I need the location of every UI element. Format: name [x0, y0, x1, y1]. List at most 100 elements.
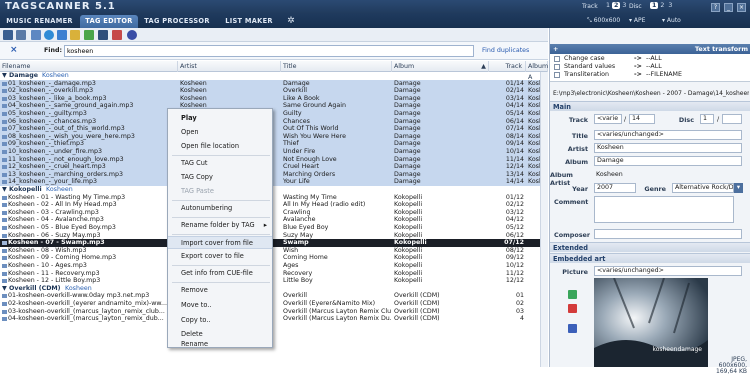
- menu-import-cover[interactable]: Import cover from file: [168, 236, 272, 249]
- close-icon[interactable]: ×: [10, 45, 18, 55]
- disc-num-3[interactable]: 3: [666, 2, 674, 9]
- tab-music-renamer[interactable]: MUSIC RENAMER: [2, 15, 77, 28]
- menu-tag-cut[interactable]: TAG Cut: [168, 157, 272, 170]
- standard-values-checkbox[interactable]: [554, 64, 560, 70]
- find-duplicates-button[interactable]: Find duplicates: [482, 47, 529, 54]
- menu-tag-paste[interactable]: TAG Paste: [168, 185, 272, 198]
- refresh-icon[interactable]: [44, 30, 54, 40]
- menu-tag-copy[interactable]: TAG Copy: [168, 171, 272, 184]
- ape-tag-selector[interactable]: ▾ APE: [629, 17, 645, 24]
- composer-field[interactable]: [594, 229, 742, 239]
- menu-remove[interactable]: Remove: [168, 284, 272, 297]
- text-transform-header[interactable]: + Text transform: [550, 44, 750, 54]
- disc-total-field[interactable]: [722, 114, 742, 124]
- track-number-selector[interactable]: 123: [604, 2, 628, 9]
- table-row[interactable]: 03_kosheen_-_like_a_book.mp3 Kosheen Like …: [0, 94, 540, 103]
- column-album-artist[interactable]: Album A: [526, 61, 548, 81]
- audio-file-icon: [2, 157, 7, 162]
- column-filename[interactable]: Filename: [0, 61, 178, 72]
- audio-file-icon: [2, 302, 7, 306]
- auto-selector[interactable]: ▾ Auto: [662, 17, 681, 24]
- artist-field[interactable]: Kosheen: [594, 143, 742, 153]
- menu-export-cover[interactable]: Export cover to file: [168, 250, 272, 263]
- menu-open[interactable]: Open: [168, 126, 272, 139]
- year-field[interactable]: 2007: [594, 183, 636, 193]
- disc-field[interactable]: 1: [700, 114, 714, 124]
- main-section-header[interactable]: Main: [550, 101, 750, 111]
- menu-rename[interactable]: Rename: [168, 341, 272, 348]
- tools-icon[interactable]: [112, 30, 122, 40]
- select-icon[interactable]: [31, 30, 41, 40]
- menu-open-file-location[interactable]: Open file location: [168, 140, 272, 153]
- group-name: Damage: [9, 72, 39, 79]
- embedded-art-section-header[interactable]: Embedded art: [550, 253, 750, 263]
- track-num-2[interactable]: 2: [612, 2, 621, 9]
- settings-gear-icon[interactable]: ✲: [285, 15, 297, 28]
- add-folder-icon[interactable]: [57, 30, 67, 40]
- preview-icon[interactable]: [98, 30, 108, 40]
- group-header[interactable]: ▼ Damage Kosheen: [0, 72, 540, 80]
- save-cover-icon[interactable]: [568, 324, 577, 333]
- tab-tag-editor[interactable]: TAG EDITOR: [80, 15, 138, 28]
- cell-al: Damage: [394, 125, 421, 133]
- audio-file-icon: [2, 210, 7, 215]
- collapse-triangle-icon[interactable]: ▼: [2, 285, 7, 293]
- column-title[interactable]: Title: [281, 61, 392, 72]
- menu-get-info-cue[interactable]: Get info from CUE-file: [168, 267, 272, 280]
- table-row[interactable]: 01_kosheen_-_damage.mp3 Kosheen Damage Dama…: [0, 79, 540, 88]
- menu-copy-to[interactable]: Copy to..: [168, 314, 272, 327]
- disc-num-1[interactable]: 1: [650, 2, 659, 9]
- tab-list-maker[interactable]: LIST MAKER: [216, 15, 282, 28]
- menu-move-to[interactable]: Move to..: [168, 299, 272, 312]
- disc-num-2[interactable]: 2: [658, 2, 666, 9]
- track-num-1[interactable]: 1: [604, 2, 612, 9]
- comment-field[interactable]: [594, 196, 734, 223]
- transliteration-checkbox[interactable]: [554, 72, 560, 78]
- cell-a: Kosheen: [180, 87, 207, 95]
- change-case-checkbox[interactable]: [554, 56, 560, 62]
- track-total-field[interactable]: 14: [629, 114, 655, 124]
- genre-chevron-down-icon[interactable]: ▾: [734, 183, 743, 193]
- help-window-button[interactable]: ?: [711, 3, 720, 12]
- table-row[interactable]: 02_kosheen_-_overkill.mp3 Kosheen Overkill…: [0, 87, 540, 95]
- close-window-button[interactable]: ×: [737, 3, 746, 12]
- album-artist-value[interactable]: Kosheen: [596, 171, 623, 178]
- add-cover-icon[interactable]: [568, 290, 577, 299]
- cell-al: Overkill (CDM): [394, 315, 440, 323]
- help-icon[interactable]: [127, 30, 137, 40]
- minimize-window-button[interactable]: _: [724, 3, 733, 12]
- grid-view-icon[interactable]: [16, 30, 26, 40]
- tree-icon[interactable]: [84, 30, 94, 40]
- column-artist[interactable]: Artist: [178, 61, 281, 72]
- resize-icon: ⤡: [587, 17, 594, 24]
- collapse-triangle-icon[interactable]: ▼: [2, 72, 7, 80]
- cell-f: 09_kosheen_-_thief.mp3: [8, 140, 84, 148]
- tab-tag-processor[interactable]: TAG PROCESSOR: [141, 15, 213, 28]
- menu-rename-folder-by-tag[interactable]: Rename folder by TAG ▸: [168, 219, 272, 232]
- grid-scrollbar[interactable]: [540, 72, 548, 367]
- cover-size-selector[interactable]: ⤡ 600x600: [587, 17, 620, 25]
- collapse-triangle-icon[interactable]: ▼: [2, 186, 7, 194]
- picture-field[interactable]: <varies/unchanged>: [594, 266, 742, 276]
- cell-f: Kosheen - 11 - Recovery.mp3: [8, 269, 100, 277]
- folder-icon[interactable]: [70, 30, 80, 40]
- cell-f: Kosheen - 06 - Suzy May.mp3: [8, 231, 101, 239]
- album-field[interactable]: Damage: [594, 156, 742, 166]
- cell-tr: 11/14: [505, 155, 524, 163]
- column-album[interactable]: Album ▲: [392, 61, 489, 72]
- disc-number-selector[interactable]: 123: [650, 2, 674, 9]
- genre-dropdown[interactable]: Alternative Rock/D: [672, 183, 734, 193]
- extended-section-header[interactable]: Extended: [550, 242, 750, 252]
- cover-art-image[interactable]: kosheendamage: [594, 278, 708, 367]
- list-view-icon[interactable]: [3, 30, 13, 40]
- menu-autonumbering[interactable]: Autonumbering: [168, 202, 272, 215]
- track-field[interactable]: <varie: [594, 114, 622, 124]
- menu-play[interactable]: Play: [168, 112, 272, 125]
- find-input[interactable]: [64, 45, 474, 57]
- track-num-3[interactable]: 3: [620, 2, 628, 9]
- tag-editor-panel: + Text transform Change case -> --ALL St…: [549, 28, 750, 375]
- column-track[interactable]: Track: [489, 61, 526, 72]
- title-field[interactable]: <varies/unchanged>: [594, 130, 742, 140]
- transform-arrow-icon: ->: [634, 63, 642, 70]
- remove-cover-icon[interactable]: [568, 304, 577, 313]
